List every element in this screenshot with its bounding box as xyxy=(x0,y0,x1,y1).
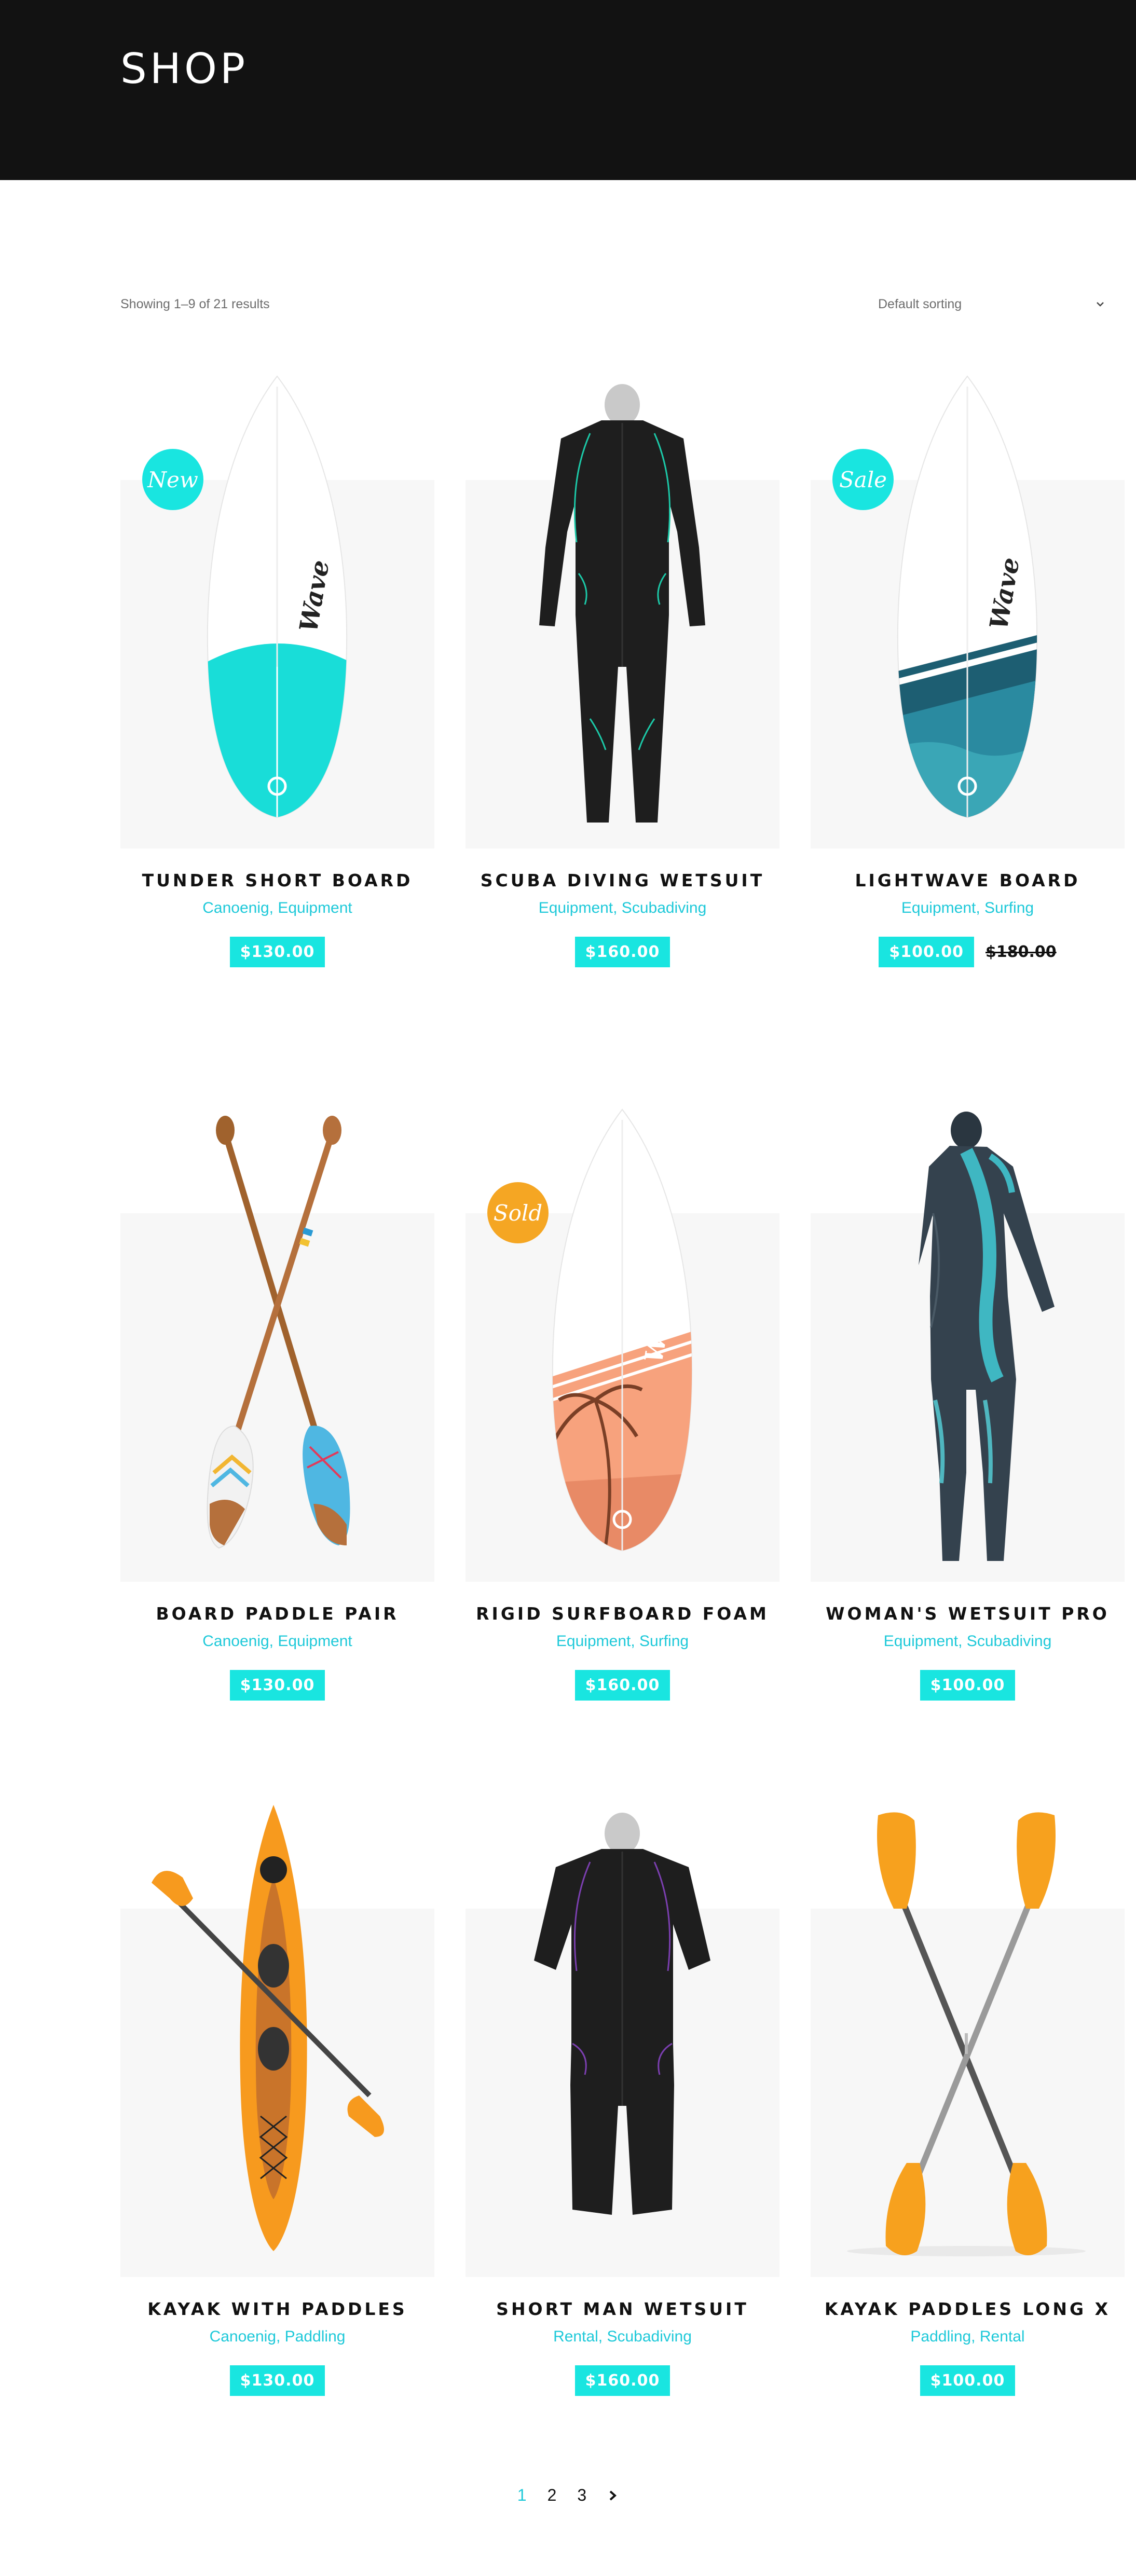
product-old-price: $180.00 xyxy=(986,943,1057,961)
wetsuit-image[interactable] xyxy=(466,1805,779,2272)
product-price: $160.00 xyxy=(574,1670,670,1701)
product-categories[interactable]: Equipment, Scubadiving xyxy=(466,899,779,917)
price-row: $160.00 xyxy=(466,937,779,967)
product-title[interactable]: SCUBA DIVING WETSUIT xyxy=(466,870,779,890)
product-title[interactable]: TUNDER SHORT BOARD xyxy=(120,870,434,890)
product-card[interactable]: SHORT MAN WETSUIT Rental, Scubadiving $1… xyxy=(466,1805,779,2417)
price-row: $130.00 xyxy=(120,1670,434,1701)
badge-sale: Sale xyxy=(832,449,894,510)
price-row: $100.00 $180.00 xyxy=(811,937,1125,967)
product-title[interactable]: LIGHTWAVE BOARD xyxy=(811,870,1125,890)
result-count: Showing 1–9 of 21 results xyxy=(120,297,270,311)
price-row: $130.00 xyxy=(120,937,434,967)
product-title[interactable]: KAYAK PADDLES LONG X xyxy=(811,2299,1125,2319)
product-categories[interactable]: Canoenig, Equipment xyxy=(120,1633,434,1650)
chevron-down-icon xyxy=(1097,302,1104,307)
product-categories[interactable]: Canoenig, Equipment xyxy=(120,899,434,917)
product-categories[interactable]: Rental, Scubadiving xyxy=(466,2328,779,2346)
price-row: $100.00 xyxy=(811,1670,1125,1701)
product-card[interactable]: BOARD PADDLE PAIR Canoenig, Equipment $1… xyxy=(120,1109,434,1722)
page-title: SHOP xyxy=(120,45,249,93)
product-price: $130.00 xyxy=(229,937,325,967)
product-title[interactable]: BOARD PADDLE PAIR xyxy=(120,1604,434,1624)
product-price: $100.00 xyxy=(879,937,974,967)
product-price: $160.00 xyxy=(574,937,670,967)
price-row: $130.00 xyxy=(120,2365,434,2396)
price-row: $160.00 xyxy=(466,2365,779,2396)
surfboard-image[interactable]: Wave xyxy=(466,1108,779,1577)
page-header: SHOP xyxy=(0,0,1136,180)
badge-new: New xyxy=(142,449,203,510)
product-card[interactable]: KAYAK PADDLES LONG X Paddling, Rental $1… xyxy=(811,1805,1125,2417)
product-categories[interactable]: Equipment, Scubadiving xyxy=(811,1633,1125,1650)
product-price: $130.00 xyxy=(229,2365,325,2396)
product-categories[interactable]: Paddling, Rental xyxy=(811,2328,1125,2346)
paddle-pair-image[interactable] xyxy=(120,1109,434,1577)
product-title[interactable]: WOMAN'S WETSUIT PRO xyxy=(811,1604,1125,1624)
product-price: $130.00 xyxy=(229,1670,325,1701)
page-link-3[interactable]: 3 xyxy=(577,2486,586,2505)
wetsuit-image[interactable] xyxy=(466,376,779,843)
wetsuit-image[interactable] xyxy=(811,1109,1125,1577)
page-link-2[interactable]: 2 xyxy=(548,2486,557,2505)
shop-toolbar: Showing 1–9 of 21 results Default sortin… xyxy=(120,297,1106,318)
product-categories[interactable]: Canoenig, Paddling xyxy=(120,2328,434,2346)
sort-select[interactable]: Default sorting xyxy=(878,295,1106,316)
product-card[interactable]: WOMAN'S WETSUIT PRO Equipment, Scubadivi… xyxy=(811,1109,1125,1722)
product-price: $100.00 xyxy=(920,2365,1016,2396)
price-row: $100.00 xyxy=(811,2365,1125,2396)
product-card[interactable]: Wave New TUNDER SHORT BOARD Canoenig, Eq… xyxy=(120,375,434,989)
badge-sold: Sold xyxy=(487,1182,549,1243)
surfboard-image[interactable]: Wave xyxy=(120,375,434,843)
page-link-1[interactable]: 1 xyxy=(517,2486,527,2505)
surfboard-image[interactable]: Wave xyxy=(811,375,1125,843)
product-categories[interactable]: Equipment, Surfing xyxy=(811,899,1125,917)
kayak-image[interactable] xyxy=(120,1805,434,2272)
product-price: $100.00 xyxy=(920,1670,1016,1701)
product-title[interactable]: RIGID SURFBOARD FOAM xyxy=(466,1604,779,1624)
product-title[interactable]: KAYAK WITH PADDLES xyxy=(120,2299,434,2319)
product-title[interactable]: SHORT MAN WETSUIT xyxy=(466,2299,779,2319)
product-card[interactable]: KAYAK WITH PADDLES Canoenig, Paddling $1… xyxy=(120,1805,434,2417)
chevron-right-icon[interactable] xyxy=(607,2488,619,2503)
price-row: $160.00 xyxy=(466,1670,779,1701)
product-card[interactable]: Wave Sale LIGHTWAVE BOARD Equipment, Sur… xyxy=(811,375,1125,989)
sort-selected-value: Default sorting xyxy=(878,297,962,311)
product-card[interactable]: Wave Sold RIGID SURFBOARD FOAM Equipment… xyxy=(466,1108,779,1722)
product-categories[interactable]: Equipment, Surfing xyxy=(466,1633,779,1650)
product-price: $160.00 xyxy=(574,2365,670,2396)
paddles-image[interactable] xyxy=(811,1805,1125,2272)
product-card[interactable]: SCUBA DIVING WETSUIT Equipment, Scubadiv… xyxy=(466,376,779,989)
pagination: 1 2 3 xyxy=(0,2486,1136,2505)
